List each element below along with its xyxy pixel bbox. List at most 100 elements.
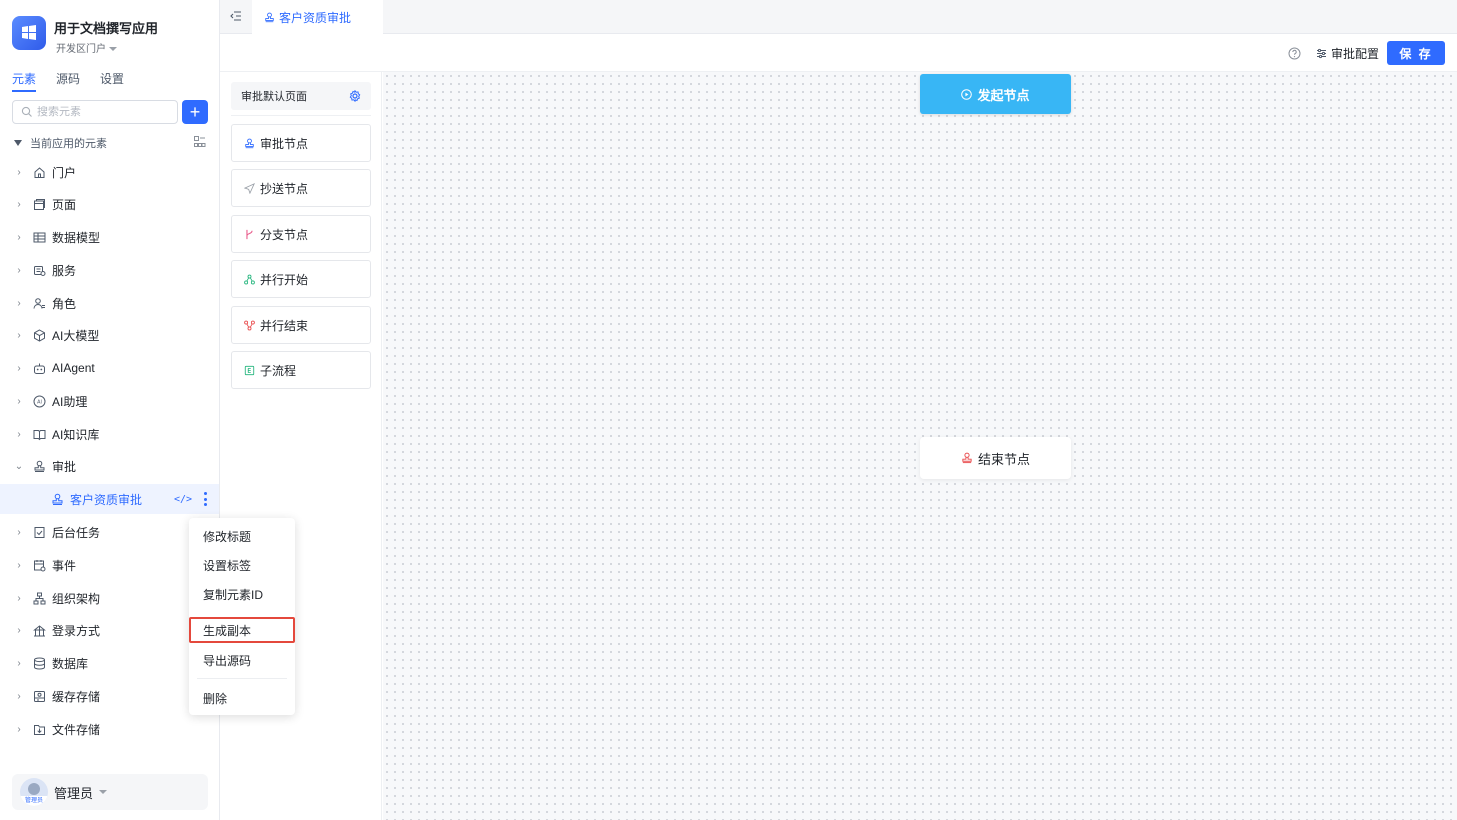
palette-node-label: 抄送节点: [260, 181, 309, 196]
caret-down-icon: [99, 790, 108, 794]
portal-selector[interactable]: 开发区门户: [56, 40, 117, 55]
chevron-right-icon: ›: [17, 231, 21, 243]
sidebar-tabs: 元素 源码 设置: [12, 70, 124, 94]
search-box: [12, 100, 178, 124]
palette-header[interactable]: 审批默认页面: [231, 82, 371, 110]
tree-item-label: 角色: [52, 296, 77, 311]
collapse-sidebar-icon[interactable]: [230, 10, 242, 22]
stamp-icon: [32, 459, 46, 473]
menu-divider: [197, 678, 287, 679]
palette-node-branch[interactable]: 分支节点: [231, 215, 371, 253]
palette-node-parallel-end[interactable]: 并行结束: [231, 306, 371, 344]
tree-item-label: AIAgent: [52, 361, 95, 375]
home-icon: [32, 165, 46, 179]
menu-item-export-source[interactable]: 导出源码: [189, 647, 295, 673]
tree-item-label: 缓存存储: [52, 689, 101, 704]
more-vertical-icon[interactable]: [204, 492, 207, 506]
tree-item-customer-approval[interactable]: 客户资质审批 </>: [0, 484, 219, 514]
tree-item-label: 后台任务: [52, 525, 101, 540]
menu-item-edit-title[interactable]: 修改标题: [189, 523, 295, 549]
stamp-icon: [962, 452, 972, 464]
tree-item-ai-knowledge[interactable]: › AI知识库: [0, 419, 219, 449]
palette-node-label: 审批节点: [260, 136, 309, 151]
section-header[interactable]: 当前应用的元素: [14, 134, 210, 152]
chevron-right-icon: ›: [17, 690, 21, 702]
search-icon: [21, 106, 32, 117]
subprocess-icon: [244, 365, 255, 375]
approval-config-button[interactable]: 审批配置: [1316, 45, 1379, 62]
search-input[interactable]: [37, 106, 167, 118]
palette-node-cc[interactable]: 抄送节点: [231, 169, 371, 207]
tree-item-label: 数据库: [52, 656, 89, 671]
page-icon: [32, 197, 46, 211]
chevron-right-icon: ›: [17, 264, 21, 276]
group-icon[interactable]: [194, 136, 206, 148]
palette-node-label: 并行结束: [260, 318, 309, 333]
tree-item-label: 组织架构: [52, 591, 101, 606]
tree-item-ai-model[interactable]: › AI大模型: [0, 320, 219, 350]
help-icon[interactable]: [1288, 47, 1301, 60]
page-tab-label: 客户资质审批: [279, 10, 352, 25]
tree-item-ai-assistant[interactable]: › AI AI助理: [0, 386, 219, 416]
end-node[interactable]: 结束节点: [920, 437, 1071, 479]
tree-item-background-task[interactable]: › 后台任务: [0, 517, 219, 547]
tree-item-label: 文件存储: [52, 722, 101, 737]
tree-item-event[interactable]: › 事件: [0, 550, 219, 580]
tree-item-org[interactable]: › 组织架构: [0, 583, 219, 613]
svg-text:AI: AI: [37, 399, 42, 405]
tab-elements[interactable]: 元素: [12, 70, 37, 92]
tree-item-label: 数据模型: [52, 230, 101, 245]
caret-down-icon: [14, 140, 22, 146]
tree-item-ai-agent[interactable]: › AIAgent: [0, 353, 219, 383]
tree-item-service[interactable]: › 服务: [0, 255, 219, 285]
parallel-end-icon: [244, 320, 255, 330]
menu-item-duplicate[interactable]: 生成副本: [189, 617, 295, 643]
app-logo: [12, 16, 46, 50]
tree-item-label: 页面: [52, 197, 77, 212]
palette-node-subprocess[interactable]: 子流程: [231, 351, 371, 389]
flow-canvas[interactable]: 发起节点 结束节点: [383, 72, 1457, 820]
user-menu[interactable]: 管理员 管理员: [12, 774, 208, 810]
tree-item-portal[interactable]: › 门户: [0, 157, 219, 187]
tree-item-role[interactable]: › 角色: [0, 288, 219, 318]
menu-item-delete[interactable]: 删除: [189, 685, 295, 711]
tab-bar: 客户资质审批: [220, 0, 1457, 34]
gear-icon[interactable]: [349, 90, 361, 102]
service-icon: [32, 263, 46, 277]
palette-node-label: 分支节点: [260, 227, 309, 242]
tree-item-approval[interactable]: ⌄ 审批: [0, 451, 219, 481]
tree-item-page[interactable]: › 页面: [0, 189, 219, 219]
parallel-start-icon: [244, 274, 255, 284]
role-icon: [32, 296, 46, 310]
cache-icon: [32, 689, 46, 703]
tree-item-data-model[interactable]: › 数据模型: [0, 222, 219, 252]
start-node-label: 发起节点: [977, 87, 1030, 103]
chevron-right-icon: ›: [17, 592, 21, 604]
tree-item-file-storage[interactable]: › 文件存储: [0, 714, 219, 744]
tab-source[interactable]: 源码: [56, 70, 80, 92]
tree-item-label: 服务: [52, 263, 77, 278]
save-button[interactable]: 保 存: [1387, 41, 1445, 65]
menu-item-set-tags[interactable]: 设置标签: [189, 552, 295, 578]
code-icon[interactable]: </>: [174, 494, 192, 505]
tab-settings[interactable]: 设置: [100, 70, 124, 92]
event-icon: [32, 558, 46, 572]
menu-item-copy-id[interactable]: 复制元素ID: [189, 581, 295, 607]
item-actions: </>: [174, 492, 207, 506]
tree-item-cache[interactable]: › 缓存存储: [0, 681, 219, 711]
palette-node-parallel-start[interactable]: 并行开始: [231, 260, 371, 298]
avatar: 管理员: [20, 778, 48, 806]
model-icon: [32, 328, 46, 342]
chevron-right-icon: ›: [17, 297, 21, 309]
palette-node-approval[interactable]: 审批节点: [231, 124, 371, 162]
avatar-tag: 管理员: [20, 796, 48, 806]
add-element-button[interactable]: +: [182, 100, 208, 124]
page-tab-customer-approval[interactable]: 客户资质审批: [252, 0, 383, 34]
chevron-right-icon: ›: [17, 198, 21, 210]
tree-item-database[interactable]: › 数据库: [0, 648, 219, 678]
start-node[interactable]: 发起节点: [920, 74, 1071, 114]
end-node-label: 结束节点: [977, 451, 1030, 467]
chevron-right-icon: ›: [17, 723, 21, 735]
tree-item-login[interactable]: › 登录方式: [0, 615, 219, 645]
stamp-icon: [245, 138, 254, 148]
